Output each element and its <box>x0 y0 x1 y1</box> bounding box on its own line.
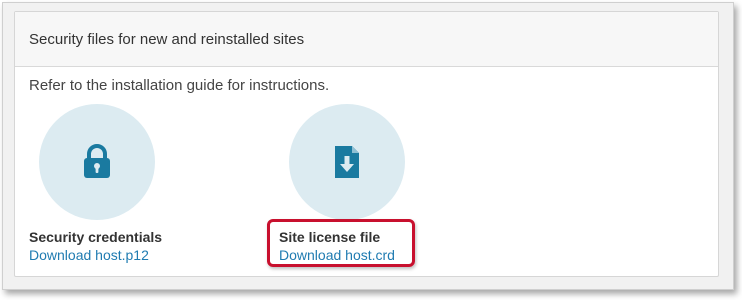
card-body: Refer to the installation guide for inst… <box>15 67 718 275</box>
file-download-icon <box>335 146 359 178</box>
file-download-icon-circle <box>289 104 405 220</box>
card-header: Security files for new and reinstalled s… <box>15 12 718 67</box>
download-host-p12-link[interactable]: Download host.p12 <box>29 246 149 264</box>
instructions-text: Refer to the installation guide for inst… <box>29 77 330 94</box>
screenshot-frame: Security files for new and reinstalled s… <box>2 2 734 290</box>
site-license-item: Site license file Download host.crd <box>279 104 479 265</box>
security-credentials-title: Security credentials <box>29 229 163 245</box>
security-files-card: Security files for new and reinstalled s… <box>14 11 719 277</box>
download-host-crd-link[interactable]: Download host.crd <box>279 246 395 264</box>
site-license-title: Site license file <box>279 229 381 245</box>
security-credentials-item: Security credentials Download host.p12 <box>29 104 229 265</box>
lock-icon <box>84 144 110 178</box>
card-title: Security files for new and reinstalled s… <box>29 30 305 48</box>
lock-icon-circle <box>39 104 155 220</box>
